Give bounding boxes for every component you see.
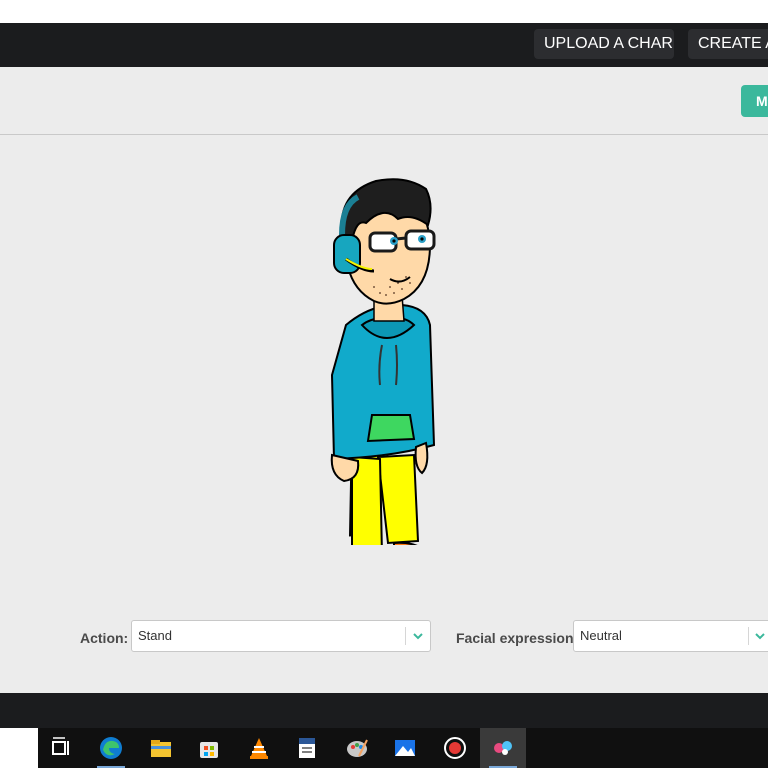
top-navbar: UPLOAD A CHAR CREATE A <box>0 23 768 67</box>
page-footer <box>0 693 768 728</box>
upload-char-button[interactable]: UPLOAD A CHAR <box>534 29 674 59</box>
task-view-icon[interactable] <box>38 728 84 768</box>
word-doc-icon[interactable] <box>284 728 330 768</box>
store-icon[interactable] <box>186 728 232 768</box>
facial-expression-label: Facial expression: <box>456 630 579 646</box>
facial-expression-select[interactable]: Neutral <box>573 620 768 652</box>
action-select-divider <box>405 627 406 645</box>
app-icon[interactable] <box>480 728 526 768</box>
character-stage: Action: Stand Facial expression: Neutral <box>0 135 768 693</box>
file-explorer-icon[interactable] <box>138 728 184 768</box>
action-select[interactable]: Stand <box>131 620 431 652</box>
facial-expression-select-value: Neutral <box>580 628 622 643</box>
action-label: Action: <box>80 630 129 646</box>
vlc-icon[interactable] <box>236 728 282 768</box>
edge-icon[interactable] <box>88 728 134 768</box>
photos-icon[interactable] <box>382 728 428 768</box>
expression-select-divider <box>748 627 749 645</box>
create-char-button[interactable]: CREATE A <box>688 29 768 59</box>
top-strip <box>0 0 768 23</box>
green-action-button[interactable]: M <box>741 85 768 117</box>
taskbar-left-blank <box>0 728 38 768</box>
paint-icon[interactable] <box>334 728 380 768</box>
action-select-value: Stand <box>138 628 172 643</box>
character-preview <box>330 178 436 545</box>
windows-taskbar <box>0 728 768 768</box>
chevron-down-icon[interactable] <box>412 630 424 642</box>
chevron-down-icon[interactable] <box>754 630 766 642</box>
record-icon[interactable] <box>432 728 478 768</box>
toolbar: M <box>0 67 768 135</box>
